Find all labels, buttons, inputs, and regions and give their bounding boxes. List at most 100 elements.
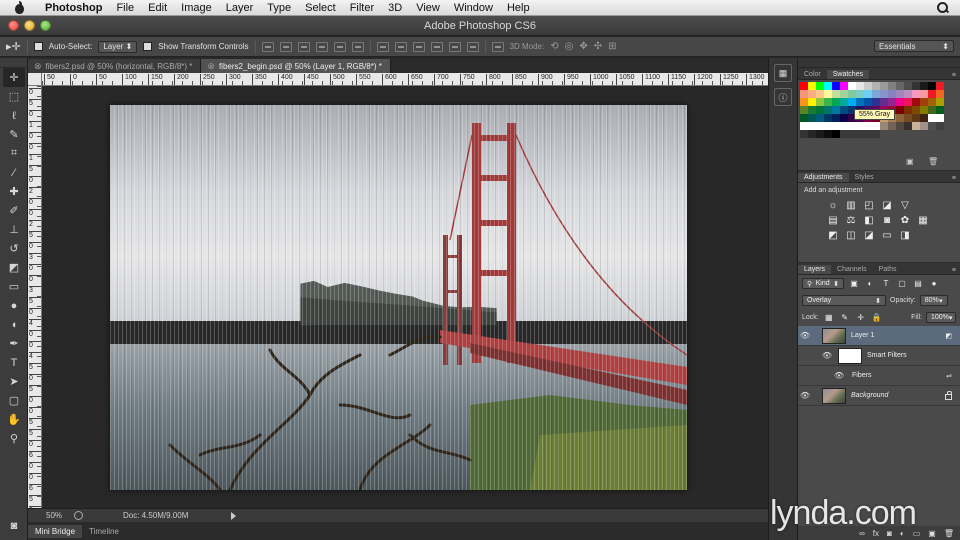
swatch-cell[interactable] [824, 106, 832, 114]
swatch-cell[interactable] [856, 122, 864, 130]
exposure-icon[interactable]: ◪ [880, 199, 894, 211]
swatch-cell[interactable] [928, 106, 936, 114]
align-bottom-icon[interactable] [297, 41, 310, 52]
swatch-cell[interactable] [824, 122, 832, 130]
distribute-vcenter-icon[interactable] [394, 41, 407, 52]
swatch-cell[interactable] [880, 90, 888, 98]
swatch-cell[interactable] [872, 122, 880, 130]
swatch-cell[interactable] [840, 114, 848, 122]
swatch-cell[interactable] [864, 98, 872, 106]
swatch-cell[interactable] [880, 98, 888, 106]
shape-filter-icon[interactable]: ▢ [896, 279, 908, 289]
swatch-cell[interactable] [864, 82, 872, 90]
levels-icon[interactable]: ▥ [844, 199, 858, 211]
swatch-cell[interactable] [896, 82, 904, 90]
align-right-icon[interactable] [351, 41, 364, 52]
menu-edit[interactable]: Edit [141, 2, 174, 14]
tab-styles[interactable]: Styles [849, 173, 880, 182]
distribute-bottom-icon[interactable] [412, 41, 425, 52]
lock-image-icon[interactable]: ✎ [839, 313, 851, 323]
tab-adjustments[interactable]: Adjustments [798, 173, 849, 182]
swatch-cell[interactable] [816, 106, 824, 114]
swatch-cell[interactable] [816, 82, 824, 90]
swatch-cell[interactable] [936, 106, 944, 114]
swatch-cell[interactable] [824, 130, 832, 138]
swatch-cell[interactable] [920, 114, 928, 122]
ruler-origin[interactable] [28, 73, 42, 86]
black-white-icon[interactable]: ◧ [862, 214, 876, 226]
3d-drag-icon[interactable]: ✥ [579, 41, 587, 52]
invert-icon[interactable]: ◩ [826, 229, 840, 241]
swatch-cell[interactable] [824, 90, 832, 98]
color-lookup-icon[interactable]: ▦ [916, 214, 930, 226]
swatch-cell[interactable] [808, 114, 816, 122]
swatch-cell[interactable] [904, 90, 912, 98]
swatch-cell[interactable] [880, 82, 888, 90]
eye-icon[interactable]: 👁 [798, 391, 812, 400]
blend-mode-dropdown[interactable]: Overlay ⬍ [802, 295, 886, 306]
swatch-cell[interactable] [848, 98, 856, 106]
gradient-icon[interactable]: ▭ [3, 277, 25, 296]
distribute-right-icon[interactable] [466, 41, 479, 52]
swatch-cell[interactable] [840, 98, 848, 106]
window-zoom-button[interactable] [40, 20, 51, 31]
align-left-icon[interactable] [315, 41, 328, 52]
swatch-cell[interactable] [856, 82, 864, 90]
swatch-cell[interactable] [928, 122, 936, 130]
filter-mask-thumbnail[interactable] [838, 347, 862, 364]
menu-image[interactable]: Image [174, 2, 219, 14]
close-icon[interactable]: ⊗ [207, 61, 215, 72]
gradient-map-icon[interactable]: ▭ [880, 229, 894, 241]
swatch-cell[interactable] [816, 130, 824, 138]
tab-fibers2[interactable]: ⊗ fibers2.psd @ 50% (horizontal, RGB/8*)… [28, 59, 202, 73]
swatch-cell[interactable] [832, 98, 840, 106]
swatch-cell[interactable] [920, 122, 928, 130]
align-vcenter-icon[interactable] [279, 41, 292, 52]
type-filter-icon[interactable]: T [880, 279, 892, 289]
swatch-cell[interactable] [920, 106, 928, 114]
swatch-cell[interactable] [888, 82, 896, 90]
swatch-cell[interactable] [832, 82, 840, 90]
layer-row-fibers[interactable]: 👁 Fibers ⇌ [798, 366, 960, 386]
blur-icon[interactable]: ● [3, 296, 25, 315]
swatch-cell[interactable] [888, 90, 896, 98]
posterize-icon[interactable]: ◫ [844, 229, 858, 241]
layer-row-smart-filters[interactable]: 👁 Smart Filters [798, 346, 960, 366]
vibrance-icon[interactable]: ▽ [898, 199, 912, 211]
threshold-icon[interactable]: ◪ [862, 229, 876, 241]
show-transform-checkbox[interactable] [143, 42, 153, 51]
eye-icon[interactable]: 👁 [832, 371, 846, 380]
tab-swatches[interactable]: Swatches [826, 70, 870, 79]
new-swatch-icon[interactable]: ▣ [906, 157, 914, 166]
distribute-top-icon[interactable] [376, 41, 389, 52]
swatch-cell[interactable] [840, 90, 848, 98]
swatch-cell[interactable] [936, 82, 944, 90]
menu-file[interactable]: File [109, 2, 141, 14]
tab-timeline[interactable]: Timeline [82, 525, 126, 538]
swatch-cell[interactable] [928, 82, 936, 90]
kind-filter-dropdown[interactable]: ⚲ Kind ⬍ [802, 278, 844, 289]
lock-position-icon[interactable]: ✛ [855, 313, 867, 323]
menu-filter[interactable]: Filter [343, 2, 381, 14]
swatch-cell[interactable] [840, 130, 848, 138]
dodge-icon[interactable]: ◖ [3, 315, 25, 334]
swatch-cell[interactable] [800, 106, 808, 114]
swatch-cell[interactable] [816, 122, 824, 130]
tools-panel-grip[interactable] [0, 58, 27, 68]
navigator-icon[interactable] [74, 511, 83, 520]
eye-icon[interactable]: 👁 [798, 331, 812, 340]
swatch-cell[interactable] [896, 106, 904, 114]
swatch-cell[interactable] [936, 122, 944, 130]
swatch-cell[interactable] [864, 130, 872, 138]
window-close-button[interactable] [8, 20, 19, 31]
layer-row-background[interactable]: 👁 Background [798, 386, 960, 406]
window-minimize-button[interactable] [24, 20, 35, 31]
menu-type[interactable]: Type [260, 2, 298, 14]
swatch-cell[interactable] [936, 98, 944, 106]
photo-filter-icon[interactable]: ◙ [880, 214, 894, 226]
swatch-cell[interactable] [936, 90, 944, 98]
menu-3d[interactable]: 3D [381, 2, 409, 14]
swatch-cell[interactable] [808, 90, 816, 98]
swatch-cell[interactable] [856, 98, 864, 106]
align-hcenter-icon[interactable] [333, 41, 346, 52]
